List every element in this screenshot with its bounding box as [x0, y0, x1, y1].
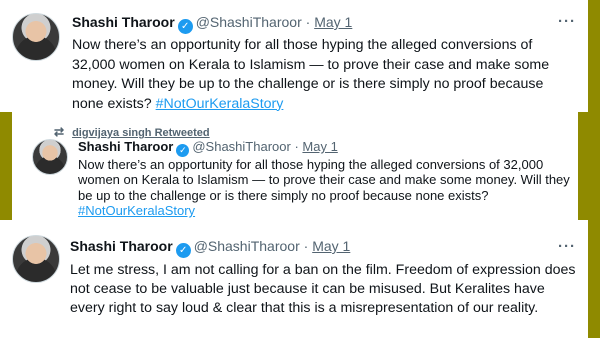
retweet-context: ⇄ digvijaya singh Retweeted: [54, 125, 210, 139]
verified-badge-icon: ✓: [176, 144, 190, 157]
hashtag-link[interactable]: #NotOurKeralaStory: [156, 96, 284, 112]
retweeted-by[interactable]: digvijaya singh Retweeted: [72, 127, 210, 139]
retweet-icon: ⇄: [54, 125, 65, 139]
verified-badge-icon: ✓: [175, 243, 191, 258]
verified-badge-icon: ✓: [177, 19, 193, 34]
more-options-icon[interactable]: ···: [558, 13, 576, 30]
tweet-date[interactable]: May 1: [312, 238, 350, 254]
tweet-card-2[interactable]: ⇄ digvijaya singh Retweeted Shashi Tharoo…: [12, 113, 578, 219]
avatar[interactable]: [32, 139, 68, 175]
tweet-date[interactable]: May 1: [302, 139, 337, 154]
avatar[interactable]: [12, 13, 60, 61]
hashtag-link[interactable]: #NotOurKeralaStory: [78, 203, 195, 218]
tweet-card-1[interactable]: Shashi Tharoor ✓ @ShashiTharoor · May 1 ··…: [0, 0, 588, 112]
tweet-header: Shashi Tharoor ✓ @ShashiTharoor · May 1: [72, 15, 352, 34]
tweet-body: Let me stress, I am not calling for a ba…: [70, 262, 576, 316]
separator: ·: [305, 14, 311, 30]
author-handle[interactable]: @ShashiTharoor: [192, 139, 290, 154]
tweet-text: Let me stress, I am not calling for a ba…: [70, 261, 578, 318]
separator: ·: [303, 238, 309, 254]
frame-bar-mid-right: [578, 112, 600, 220]
tweet-card-3[interactable]: Shashi Tharoor ✓ @ShashiTharoor · May 1 ··…: [0, 222, 588, 338]
separator: ·: [294, 139, 299, 154]
tweet-header: Shashi Tharoor ✓ @ShashiTharoor · May 1: [78, 140, 338, 157]
author-handle[interactable]: @ShashiTharoor: [196, 14, 302, 30]
author-name[interactable]: Shashi Tharoor: [72, 14, 175, 30]
tweet-header: Shashi Tharoor ✓ @ShashiTharoor · May 1: [70, 239, 350, 258]
avatar[interactable]: [12, 235, 60, 283]
author-name[interactable]: Shashi Tharoor: [70, 238, 173, 254]
frame-bar-mid-left: [0, 112, 12, 220]
tweet-text: Now there’s an opportunity for all those…: [72, 36, 578, 112]
tweet-body: Now there’s an opportunity for all those…: [78, 157, 570, 203]
tweet-text: Now there’s an opportunity for all those…: [78, 157, 570, 219]
more-options-icon[interactable]: ···: [558, 238, 576, 255]
author-name[interactable]: Shashi Tharoor: [78, 139, 173, 154]
tweet-body: Now there’s an opportunity for all those…: [72, 37, 550, 112]
tweet-date[interactable]: May 1: [314, 14, 352, 30]
author-handle[interactable]: @ShashiTharoor: [194, 238, 300, 254]
